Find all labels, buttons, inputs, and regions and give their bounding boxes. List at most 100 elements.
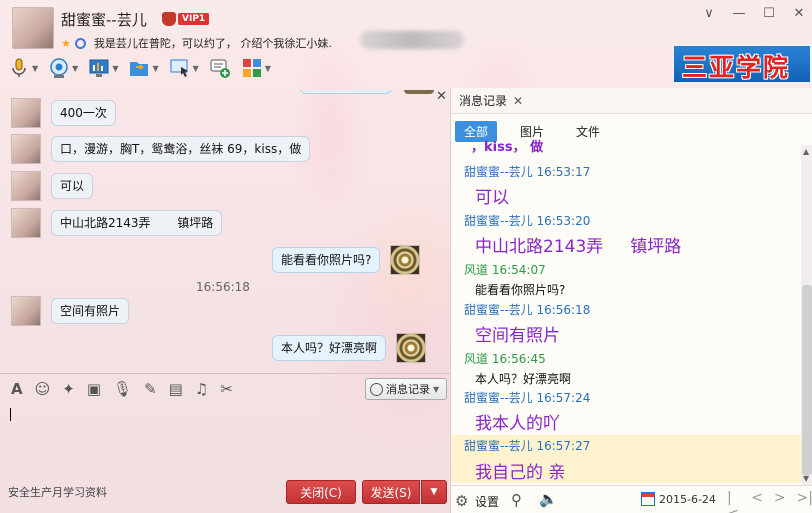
history-date[interactable]: 2015-6-24 — [659, 493, 716, 506]
close-button[interactable]: 关闭(C) — [286, 480, 356, 504]
contact-avatar[interactable] — [12, 7, 54, 49]
emoji-icon[interactable]: ☺ — [35, 380, 51, 398]
video-clip-icon[interactable]: ▣ — [87, 380, 101, 398]
message-history-button[interactable]: 消息记录 ▼ — [365, 378, 447, 400]
chevron-down-icon[interactable]: ▼ — [152, 64, 158, 73]
file-transfer-button[interactable]: ▼ — [128, 55, 159, 81]
video-call-button[interactable]: ▼ — [48, 55, 78, 81]
history-pager: |< < > >| — [727, 490, 812, 513]
chat-message-area[interactable]: ✕ 400一次 口，漫游，胸T，鸳鸯浴，丝袜 69，kiss，做 可以 中山北路… — [0, 90, 450, 373]
history-footer: ⚙ 设置 ⚲ 🔈 2015-6-24 |< < > >| — [451, 485, 812, 513]
avatar[interactable] — [11, 171, 41, 201]
message-input[interactable] — [2, 404, 448, 476]
history-meta: 风道 16:56:45 — [464, 352, 546, 366]
message-bubble[interactable]: 本人吗？好漂亮啊 — [272, 335, 387, 361]
chevron-down-icon[interactable]: ▼ — [265, 64, 271, 73]
redacted-area — [360, 31, 464, 49]
send-options-chevron-icon[interactable]: ▼ — [421, 480, 447, 504]
webcam-icon — [50, 58, 68, 78]
image-icon[interactable]: ▤ — [169, 380, 183, 398]
history-list[interactable]: ，kiss， 做 甜蜜蜜--芸儿 16:53:17 可以 甜蜜蜜--芸儿 16:… — [451, 138, 801, 483]
tab-message-history[interactable]: 消息记录 — [459, 92, 507, 109]
ad-banner[interactable]: 三亚学院 — [672, 44, 812, 84]
settings-label[interactable]: 设置 — [475, 493, 499, 510]
text-caret — [10, 408, 11, 421]
screen-share-button[interactable]: ▼ — [88, 55, 118, 81]
apps-button[interactable]: ▼ — [241, 55, 271, 81]
prev-page-icon[interactable]: < — [751, 490, 763, 513]
message-bubble[interactable]: 口，漫游，胸T，鸳鸯浴，丝袜 69，kiss，做 — [51, 136, 311, 162]
scrollbar-thumb[interactable] — [802, 285, 812, 475]
voice-call-button[interactable]: ▼ — [8, 55, 38, 81]
close-window-button[interactable]: ✕ — [792, 6, 806, 21]
avatar[interactable] — [11, 98, 41, 128]
scroll-down-icon[interactable]: ▼ — [803, 474, 809, 483]
history-panel: 消息记录 ✕ 全部 图片 文件 ，kiss， 做 甜蜜蜜--芸儿 16:53:1… — [450, 88, 812, 513]
first-page-icon[interactable]: |< — [727, 490, 740, 513]
folder-icon — [130, 62, 149, 76]
avatar[interactable] — [11, 208, 41, 238]
history-scrollbar[interactable]: ▲ ▼ — [801, 145, 812, 485]
chat-message: 空间有照片 — [11, 296, 130, 326]
window-controls: ∨ — ☐ ✕ — [702, 6, 806, 21]
scroll-up-icon[interactable]: ▲ — [803, 147, 809, 156]
avatar[interactable] — [396, 333, 427, 363]
qzone-icon[interactable] — [74, 37, 86, 49]
doodle-icon[interactable]: ✎ — [144, 380, 157, 398]
chevron-down-icon[interactable]: ▼ — [72, 64, 78, 73]
close-icon[interactable]: ✕ — [513, 94, 523, 108]
send-button[interactable]: 发送(S) — [362, 480, 420, 504]
avatar[interactable] — [11, 134, 41, 164]
message-bubble[interactable]: 400一次 — [51, 100, 116, 126]
chat-add-icon — [210, 59, 230, 78]
monitor-icon — [89, 59, 109, 77]
chevron-down-icon: ▼ — [433, 384, 440, 394]
music-icon[interactable]: ♫ — [195, 380, 208, 398]
vip-indicator[interactable]: VIP1 — [162, 12, 210, 26]
partial-message-bubble — [300, 90, 392, 94]
calendar-icon[interactable] — [641, 492, 655, 506]
microphone-icon — [12, 58, 26, 77]
last-page-icon[interactable]: >| — [797, 490, 812, 513]
avatar[interactable] — [390, 245, 421, 275]
new-discussion-button[interactable] — [209, 55, 231, 81]
chat-message: 中山北路2143弄 镇坪路 — [11, 208, 223, 238]
screenshot-icon[interactable]: ✂ — [220, 380, 233, 398]
history-meta: 甜蜜蜜--芸儿 16:53:20 — [464, 214, 591, 228]
message-bubble[interactable]: 能看看你照片吗? — [272, 247, 381, 273]
history-meta: 甜蜜蜜--芸儿 16:57:27 — [464, 439, 591, 453]
history-button-label: 消息记录 — [386, 383, 430, 396]
font-icon[interactable]: A — [11, 380, 23, 398]
remote-desktop-button[interactable]: ▼ — [169, 55, 199, 81]
search-icon[interactable]: ⚲ — [511, 491, 522, 509]
chevron-down-icon[interactable]: ▼ — [32, 64, 38, 73]
message-bubble[interactable]: 空间有照片 — [51, 298, 130, 324]
history-meta: 甜蜜蜜--芸儿 16:53:17 — [464, 165, 591, 179]
clock-icon — [370, 382, 383, 396]
chat-message: 口，漫游，胸T，鸳鸯浴，丝袜 69，kiss，做 — [11, 134, 311, 164]
gear-icon[interactable]: ⚙ — [455, 492, 468, 510]
voice-message-icon[interactable]: 🎙 — [113, 380, 132, 398]
maximize-button[interactable]: ☐ — [762, 6, 776, 21]
chevron-down-icon[interactable]: ▼ — [193, 64, 199, 73]
history-message: 空间有照片 — [475, 326, 560, 346]
ad-text: 三亚学院 — [682, 53, 791, 82]
contact-name[interactable]: 甜蜜蜜--芸儿 — [61, 9, 147, 30]
history-tab-bar: 消息记录 ✕ — [451, 88, 812, 114]
dropdown-menu-button[interactable]: ∨ — [702, 6, 716, 21]
minimize-button[interactable]: — — [732, 6, 746, 21]
close-icon[interactable]: ✕ — [436, 90, 447, 104]
star-icon[interactable]: ★ — [61, 37, 71, 50]
message-bubble[interactable]: 中山北路2143弄 镇坪路 — [51, 210, 223, 236]
avatar[interactable] — [11, 296, 41, 326]
footer-tip-link[interactable]: 安全生产月学习资料 — [8, 484, 107, 500]
chevron-down-icon[interactable]: ▼ — [112, 64, 118, 73]
history-message: 中山北路2143弄 镇坪路 — [475, 237, 682, 257]
speaker-icon[interactable]: 🔈 — [539, 490, 558, 508]
history-meta: 甜蜜蜜--芸儿 16:57:24 — [464, 391, 591, 405]
next-page-icon[interactable]: > — [774, 490, 786, 513]
nudge-icon[interactable]: ✦ — [62, 380, 75, 398]
contact-signature: 我是芸儿在普陀，可以约了， 介绍个我徐汇小妹. — [93, 37, 332, 50]
message-bubble[interactable]: 可以 — [51, 173, 94, 199]
history-meta: 风道 16:54:07 — [464, 263, 546, 277]
